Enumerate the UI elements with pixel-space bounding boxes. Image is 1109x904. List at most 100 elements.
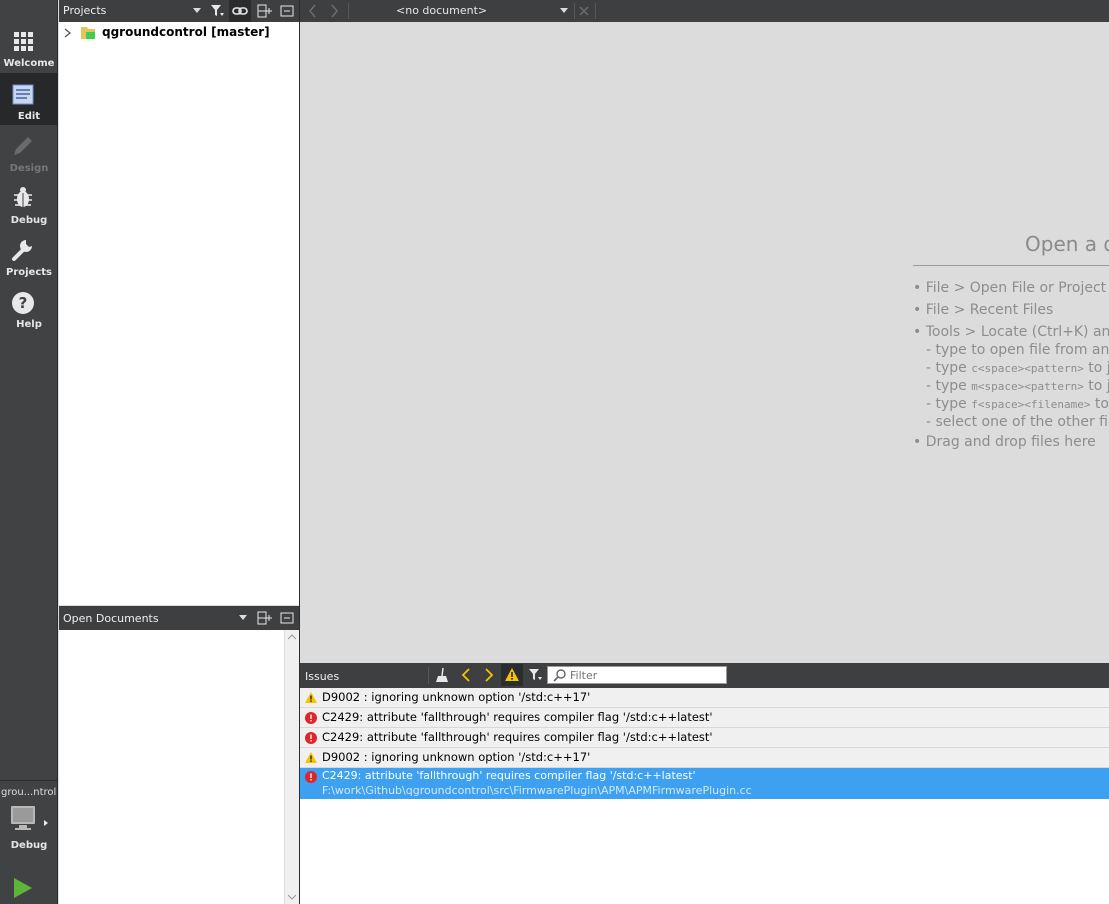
open-documents-header: Open Documents <box>59 606 299 630</box>
split-pane-button[interactable] <box>253 607 275 629</box>
error-icon <box>305 771 317 783</box>
welcome-title: Open a document <box>1025 232 1109 256</box>
hint-suffix: to jump to a function definition <box>1088 378 1109 394</box>
hint-line: • Drag and drop files here <box>913 434 1096 450</box>
link-editor-button[interactable] <box>229 0 251 22</box>
clear-issues-button[interactable] <box>431 664 453 686</box>
divider <box>348 3 349 19</box>
hint-prefix: - type <box>926 396 972 412</box>
hint-suffix: to open file from file system <box>1094 396 1109 412</box>
welcome-grid-icon <box>14 32 33 51</box>
monitor-icon <box>11 806 48 830</box>
issue-message: C2429: attribute 'fallthrough' requires … <box>322 769 696 782</box>
close-document-button[interactable] <box>573 0 595 22</box>
pane-title: Open Documents <box>63 612 159 625</box>
close-pane-button[interactable] <box>276 607 298 629</box>
issue-message: C2429: attribute 'fallthrough' requires … <box>322 730 713 744</box>
design-pencil-icon <box>14 137 32 155</box>
warning-icon <box>305 692 317 703</box>
scroll-up-icon[interactable] <box>288 634 296 640</box>
filter-issues-button[interactable] <box>524 664 546 686</box>
project-tree[interactable]: qgroundcontrol [master] <box>59 22 299 605</box>
show-warnings-toggle[interactable] <box>501 664 523 686</box>
debug-bug-icon <box>14 187 32 207</box>
pane-title: Projects <box>63 4 107 17</box>
mode-edit[interactable]: Edit <box>0 73 58 125</box>
chevron-left-icon <box>309 4 316 18</box>
chevron-right-icon <box>485 668 494 682</box>
issues-filter-input[interactable] <box>570 667 720 683</box>
document-combo-value: <no document> <box>396 4 488 17</box>
split-icon <box>257 611 272 625</box>
issue-row[interactable]: D9002 : ignoring unknown option '/std:c+… <box>300 748 1109 768</box>
close-pane-button[interactable] <box>276 0 298 22</box>
issue-message: D9002 : ignoring unknown option '/std:c+… <box>322 750 591 764</box>
hint-line: - type m<space><pattern> to jump to a fu… <box>926 378 1109 394</box>
error-icon <box>305 732 317 744</box>
mode-design[interactable]: Design <box>0 125 58 177</box>
hint-line: • File > Open File or Project (Ctrl+O) <box>913 280 1109 296</box>
divider <box>913 265 1109 266</box>
hint-code: f<space><filename> <box>971 398 1091 411</box>
close-pane-icon <box>280 5 294 17</box>
issues-list[interactable]: D9002 : ignoring unknown option '/std:c+… <box>300 688 1109 904</box>
hint-code: m<space><pattern> <box>971 380 1084 393</box>
help-question-icon: ? <box>12 292 34 314</box>
split-icon <box>257 4 272 18</box>
issues-pane-header: Issues <box>300 663 1109 688</box>
issue-row-selected[interactable]: C2429: attribute 'fallthrough' requires … <box>300 768 1109 799</box>
project-name: qgroundcontrol [master] <box>102 25 270 39</box>
filter-icon <box>211 5 224 16</box>
hint-prefix: - type <box>926 360 972 376</box>
issues-filter-field[interactable] <box>547 666 727 684</box>
hint-line: - type f<space><filename> to open file f… <box>926 396 1109 412</box>
hint-line: - type c<space><pattern> to jump to a cl… <box>926 360 1109 376</box>
mode-projects[interactable]: Projects <box>0 229 58 281</box>
mode-label: Debug <box>10 215 48 226</box>
search-icon <box>553 669 566 682</box>
issue-message: D9002 : ignoring unknown option '/std:c+… <box>322 690 591 704</box>
filter-tree-button[interactable] <box>206 0 228 22</box>
chevron-down-icon <box>560 8 568 13</box>
issue-file-path[interactable]: F:\work\Github\qgroundcontrol\src\Firmwa… <box>322 784 752 797</box>
open-documents-list[interactable] <box>59 630 299 904</box>
projects-wrench-icon <box>12 240 32 261</box>
tree-item[interactable]: qgroundcontrol [master] <box>59 24 299 42</box>
kit-selector-button[interactable]: Debug <box>0 804 58 852</box>
mode-label: Projects <box>5 267 52 278</box>
go-back-button[interactable] <box>302 0 324 22</box>
issue-row[interactable]: D9002 : ignoring unknown option '/std:c+… <box>300 688 1109 708</box>
document-combo[interactable]: <no document> <box>396 0 572 22</box>
mode-label: Help <box>16 319 42 330</box>
chevron-down-icon[interactable] <box>239 615 247 621</box>
run-icon[interactable] <box>12 876 34 900</box>
mode-welcome[interactable]: Welcome <box>0 20 58 72</box>
hint-suffix: to jump to a class definition <box>1088 360 1109 376</box>
filter-icon <box>529 669 542 680</box>
split-pane-button[interactable] <box>253 0 275 22</box>
chevron-down-icon[interactable] <box>193 8 201 14</box>
chevron-left-icon <box>461 668 470 682</box>
scroll-down-icon[interactable] <box>288 894 296 900</box>
mode-debug[interactable]: Debug <box>0 177 58 229</box>
kit-name: grou...ntrol <box>1 787 57 798</box>
issue-message: C2429: attribute 'fallthrough' requires … <box>322 710 713 724</box>
editor-toolbar: <no document> <box>300 0 1109 22</box>
divider <box>595 3 596 19</box>
scrollbar[interactable] <box>284 630 299 904</box>
divider <box>0 780 58 781</box>
editor-area[interactable]: Open a document • File > Open File or Pr… <box>300 22 1109 663</box>
mode-help[interactable]: ? Help <box>0 281 58 333</box>
error-icon <box>305 712 317 724</box>
expand-arrow-icon[interactable] <box>64 28 72 38</box>
link-icon <box>232 7 248 15</box>
issue-row[interactable]: C2429: attribute 'fallthrough' requires … <box>300 728 1109 748</box>
close-pane-icon <box>280 612 294 624</box>
go-forward-button[interactable] <box>323 0 345 22</box>
issue-row[interactable]: C2429: attribute 'fallthrough' requires … <box>300 708 1109 728</box>
previous-issue-button[interactable] <box>455 664 477 686</box>
warning-icon <box>305 752 317 763</box>
next-issue-button[interactable] <box>478 664 500 686</box>
mode-label: Design <box>9 163 49 174</box>
build-mode-label: Debug <box>10 840 48 851</box>
